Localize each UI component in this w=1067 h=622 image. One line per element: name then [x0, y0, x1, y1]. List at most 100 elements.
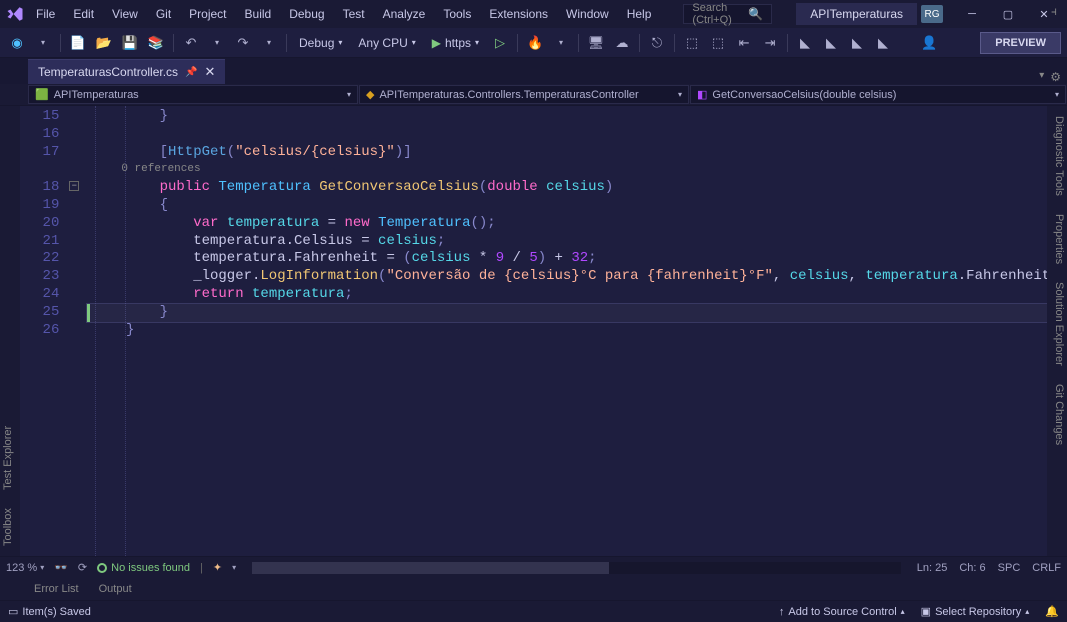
- menu-edit[interactable]: Edit: [65, 3, 102, 25]
- bottom-panel-tabs: Error List Output: [0, 578, 1067, 600]
- bookmark-clear-icon[interactable]: ◣: [872, 32, 894, 54]
- save-icon[interactable]: 💾: [119, 32, 141, 54]
- menu-project[interactable]: Project: [181, 3, 234, 25]
- bookmark-icon[interactable]: ◣: [794, 32, 816, 54]
- tab-dropdown-icon[interactable]: ▾: [1039, 70, 1044, 84]
- chevron-down-icon: ▾: [347, 90, 351, 99]
- editor-area: Toolbox Test Explorer 15 16 17 18− 19 20…: [0, 106, 1067, 556]
- browser-link-icon[interactable]: 🖥: [585, 32, 607, 54]
- tab-settings-icon[interactable]: ⚙: [1050, 70, 1061, 84]
- nav-class-dropdown[interactable]: ◆ APITemperaturas.Controllers.Temperatur…: [359, 85, 689, 104]
- hot-reload-icon[interactable]: 🔥: [524, 32, 546, 54]
- health-icon[interactable]: ⟳: [78, 561, 87, 574]
- lightbulb-icon[interactable]: ✦: [213, 561, 222, 574]
- new-item-icon[interactable]: 📄: [67, 32, 89, 54]
- pin-icon[interactable]: 📌: [185, 67, 197, 78]
- line-number: 18−: [20, 179, 87, 197]
- search-input[interactable]: Search (Ctrl+Q) 🔍: [683, 4, 772, 24]
- select-repository-button[interactable]: ▣Select Repository▴: [921, 605, 1030, 618]
- indent-less-icon[interactable]: ⇤: [733, 32, 755, 54]
- bookmark-next-icon[interactable]: ◣: [846, 32, 868, 54]
- line-number: 15: [20, 108, 87, 126]
- rail-git-changes[interactable]: Git Changes: [1049, 380, 1065, 449]
- ref-spacer: [20, 161, 87, 179]
- search-placeholder: Search (Ctrl+Q): [692, 2, 748, 26]
- step1-icon[interactable]: ⬚: [681, 32, 703, 54]
- step2-icon[interactable]: ⬚: [707, 32, 729, 54]
- undo-dropdown-icon[interactable]: ▾: [206, 32, 228, 54]
- error-lens-icon[interactable]: 👓: [54, 561, 68, 574]
- line-numbers-gutter: 15 16 17 18− 19 20 21 22 23 24 25 26: [20, 106, 87, 556]
- file-tab-active[interactable]: TemperaturasController.cs 📌 ✕: [28, 59, 225, 84]
- line-number: 16: [20, 126, 87, 144]
- notifications-icon[interactable]: 🔔: [1045, 605, 1059, 618]
- method-icon: ◧: [697, 88, 707, 101]
- nav-dropdown-icon[interactable]: ▾: [32, 32, 54, 54]
- redo-icon[interactable]: ↷: [232, 32, 254, 54]
- publish-icon[interactable]: ☁: [611, 32, 633, 54]
- statusbar: ▭Item(s) Saved ↑Add to Source Control▴ ▣…: [0, 600, 1067, 622]
- tab-error-list[interactable]: Error List: [26, 580, 87, 598]
- document-tabbar: TemperaturasController.cs 📌 ✕ ▾ ⚙: [0, 58, 1067, 84]
- rail-toolbox[interactable]: Toolbox: [2, 504, 18, 550]
- platform-dropdown[interactable]: Any CPU▾: [352, 34, 421, 52]
- undo-icon[interactable]: ↶: [180, 32, 202, 54]
- split-editor-icon[interactable]: ⫞: [1045, 2, 1063, 20]
- save-all-icon[interactable]: 📚: [145, 32, 167, 54]
- fold-toggle[interactable]: −: [69, 181, 79, 191]
- menu-tools[interactable]: Tools: [435, 3, 479, 25]
- zoom-control[interactable]: 123 %▾: [6, 562, 44, 574]
- nav-member-dropdown[interactable]: ◧ GetConversaoCelsius(double celsius) ▾: [690, 85, 1066, 104]
- menu-view[interactable]: View: [104, 3, 146, 25]
- menu-window[interactable]: Window: [558, 3, 617, 25]
- menu-git[interactable]: Git: [148, 3, 179, 25]
- nav-bar: 🟩 APITemperaturas ▾ ◆ APITemperaturas.Co…: [0, 84, 1067, 106]
- start-debug-button[interactable]: ▶ https ▾: [426, 34, 485, 52]
- menu-analyze[interactable]: Analyze: [375, 3, 434, 25]
- reload-dropdown-icon[interactable]: ▾: [550, 32, 572, 54]
- nav-project-dropdown[interactable]: 🟩 APITemperaturas ▾: [28, 85, 358, 104]
- minimize-button[interactable]: ─: [955, 2, 989, 26]
- maximize-button[interactable]: ▢: [991, 2, 1025, 26]
- codelens-references[interactable]: 0 references: [87, 161, 1067, 179]
- indent-mode[interactable]: SPC: [998, 562, 1021, 574]
- code-editor[interactable]: } [HttpGet("celsius/{celsius}")] 0 refer…: [87, 106, 1067, 556]
- menu-file[interactable]: File: [28, 3, 63, 25]
- vs-logo-icon: [6, 4, 24, 24]
- add-source-control-button[interactable]: ↑Add to Source Control▴: [779, 606, 905, 618]
- line-number: 20: [20, 215, 87, 233]
- rail-diagnostic[interactable]: Diagnostic Tools: [1049, 112, 1065, 200]
- menu-test[interactable]: Test: [335, 3, 373, 25]
- start-nodebug-button[interactable]: ▷: [489, 32, 511, 54]
- menu-build[interactable]: Build: [237, 3, 280, 25]
- tab-close-icon[interactable]: ✕: [205, 64, 216, 80]
- line-endings[interactable]: CRLF: [1032, 562, 1061, 574]
- status-saved: ▭Item(s) Saved: [8, 605, 91, 618]
- redo-dropdown-icon[interactable]: ▾: [258, 32, 280, 54]
- caret-line[interactable]: Ln: 25: [917, 562, 948, 574]
- menu-extensions[interactable]: Extensions: [481, 3, 556, 25]
- bookmark-prev-icon[interactable]: ◣: [820, 32, 842, 54]
- find-file-icon[interactable]: ⎋: [646, 32, 668, 54]
- user-avatar[interactable]: RG: [921, 5, 943, 23]
- nav-back-icon[interactable]: ◉: [6, 32, 28, 54]
- live-share-icon[interactable]: 👤: [918, 32, 940, 54]
- caret-col[interactable]: Ch: 6: [959, 562, 985, 574]
- main-toolbar: ◉ ▾ 📄 📂 💾 📚 ↶ ▾ ↷ ▾ Debug▾ Any CPU▾ ▶ ht…: [0, 28, 1067, 58]
- line-number: 26: [20, 322, 87, 340]
- rail-test-explorer[interactable]: Test Explorer: [2, 422, 18, 494]
- rail-solution-explorer[interactable]: Solution Explorer: [1049, 278, 1065, 370]
- tab-output[interactable]: Output: [91, 580, 140, 598]
- preview-button[interactable]: PREVIEW: [980, 32, 1061, 54]
- solution-name-label[interactable]: APITemperaturas: [796, 3, 917, 25]
- config-dropdown[interactable]: Debug▾: [293, 34, 348, 52]
- horizontal-scrollbar[interactable]: [252, 562, 901, 574]
- rail-properties[interactable]: Properties: [1049, 210, 1065, 268]
- issues-indicator[interactable]: No issues found: [97, 562, 190, 574]
- indent-more-icon[interactable]: ⇥: [759, 32, 781, 54]
- menu-help[interactable]: Help: [619, 3, 660, 25]
- editor-status-strip: 123 %▾ 👓 ⟳ No issues found | ✦ ▾ Ln: 25 …: [0, 556, 1067, 578]
- menu-debug[interactable]: Debug: [281, 3, 332, 25]
- left-tool-rail: Toolbox Test Explorer: [0, 106, 20, 556]
- open-icon[interactable]: 📂: [93, 32, 115, 54]
